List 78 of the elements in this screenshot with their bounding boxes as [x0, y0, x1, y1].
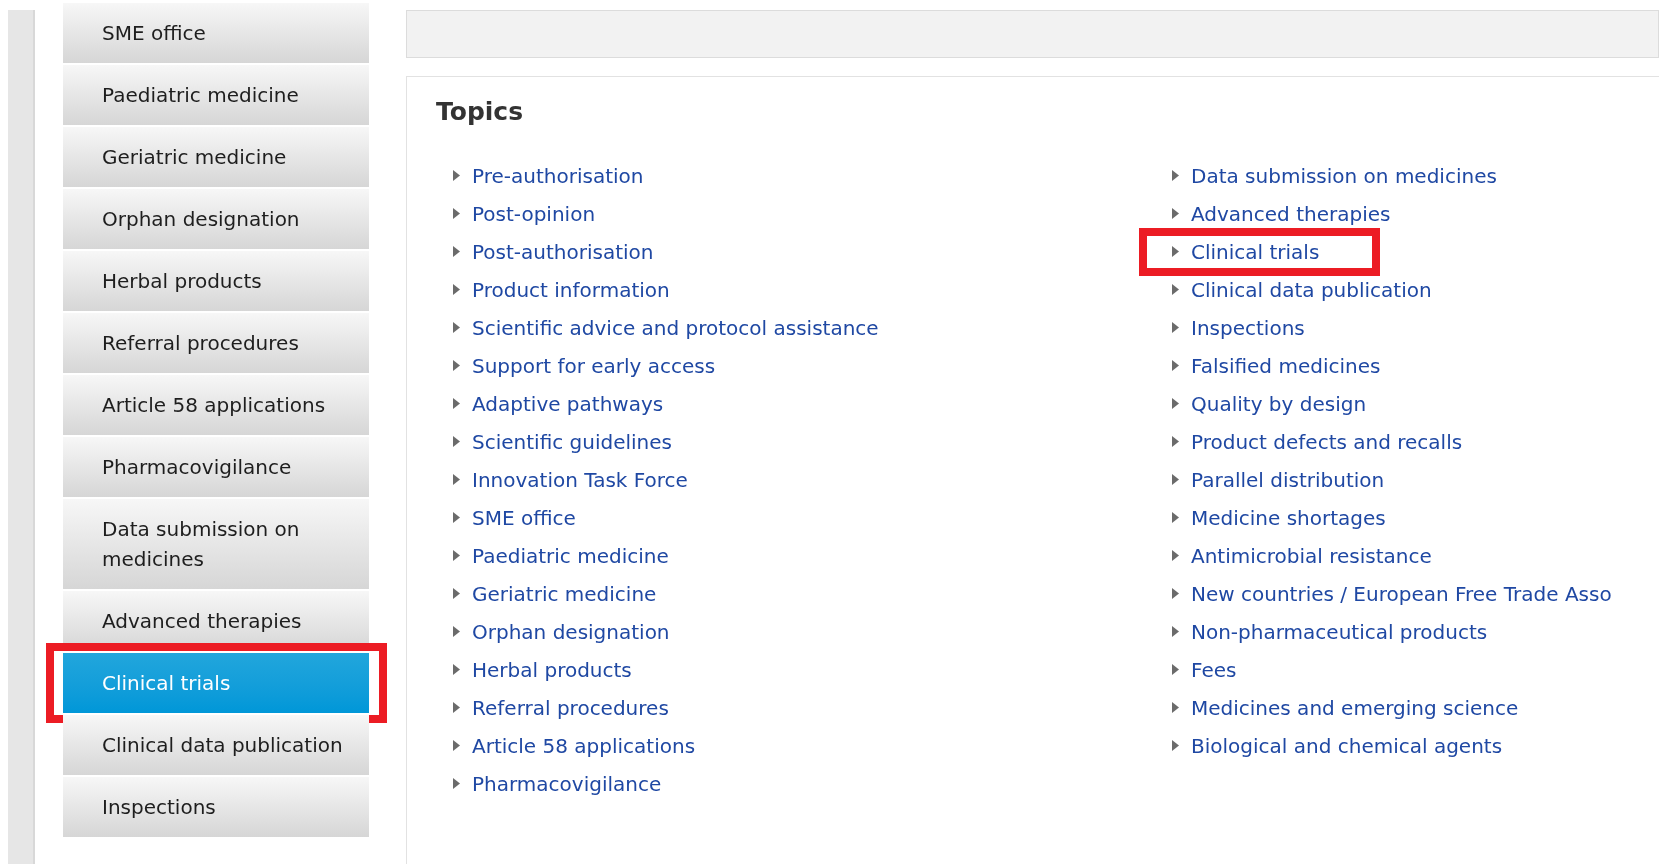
- triangle-icon: [453, 588, 460, 599]
- topic-link[interactable]: Biological and chemical agents: [1191, 730, 1503, 761]
- topic-link[interactable]: Post-authorisation: [472, 236, 654, 267]
- sidebar-item[interactable]: Referral procedures: [63, 313, 369, 373]
- sidebar-item[interactable]: Paediatric medicine: [63, 65, 369, 125]
- topic-link[interactable]: Data submission on medicines: [1191, 160, 1497, 191]
- triangle-icon: [453, 170, 460, 181]
- triangle-icon: [453, 208, 460, 219]
- triangle-icon: [453, 246, 460, 257]
- triangle-icon: [1172, 550, 1179, 561]
- triangle-icon: [1172, 170, 1179, 181]
- triangle-icon: [1172, 398, 1179, 409]
- topic-link[interactable]: Post-opinion: [472, 198, 596, 229]
- triangle-icon: [1172, 246, 1179, 257]
- triangle-icon: [453, 474, 460, 485]
- topic-link[interactable]: Pharmacovigilance: [472, 768, 662, 799]
- topic-link[interactable]: Adaptive pathways: [472, 388, 664, 419]
- topic-link[interactable]: Medicine shortages: [1191, 502, 1386, 533]
- triangle-icon: [1172, 626, 1179, 637]
- topic-link[interactable]: New countries / European Free Trade Asso: [1191, 578, 1612, 609]
- topic-link[interactable]: Herbal products: [472, 654, 632, 685]
- triangle-icon: [1172, 664, 1179, 675]
- triangle-icon: [453, 702, 460, 713]
- triangle-icon: [1172, 474, 1179, 485]
- triangle-icon: [453, 436, 460, 447]
- topic-link[interactable]: Geriatric medicine: [472, 578, 657, 609]
- topic-link[interactable]: Antimicrobial resistance: [1191, 540, 1432, 571]
- sidebar-item[interactable]: Geriatric medicine: [63, 127, 369, 187]
- triangle-icon: [453, 664, 460, 675]
- topic-link[interactable]: Product information: [472, 274, 670, 305]
- topic-link[interactable]: Support for early access: [472, 350, 716, 381]
- triangle-icon: [453, 398, 460, 409]
- topic-link[interactable]: Quality by design: [1191, 388, 1367, 419]
- topic-link[interactable]: Product defects and recalls: [1191, 426, 1463, 457]
- triangle-icon: [453, 360, 460, 371]
- section-heading: Topics: [436, 96, 524, 128]
- triangle-icon: [1172, 740, 1179, 751]
- triangle-icon: [1172, 284, 1179, 295]
- sidebar-item[interactable]: Orphan designation: [63, 189, 369, 249]
- topic-link[interactable]: Medicines and emerging science: [1191, 692, 1519, 723]
- triangle-icon: [1172, 512, 1179, 523]
- topic-link[interactable]: Clinical data publication: [1191, 274, 1432, 305]
- topic-link[interactable]: Parallel distribution: [1191, 464, 1385, 495]
- triangle-icon: [1172, 360, 1179, 371]
- topic-link[interactable]: Fees: [1191, 654, 1237, 685]
- triangle-icon: [1172, 208, 1179, 219]
- sidebar-item[interactable]: Data submission on medicines: [63, 499, 369, 589]
- topic-link[interactable]: Clinical trials: [1191, 236, 1320, 267]
- topic-link[interactable]: Innovation Task Force: [472, 464, 688, 495]
- triangle-icon: [1172, 588, 1179, 599]
- topic-link[interactable]: Referral procedures: [472, 692, 669, 723]
- topic-link[interactable]: Orphan designation: [472, 616, 670, 647]
- sidebar-item[interactable]: Inspections: [63, 777, 369, 837]
- triangle-icon: [1172, 322, 1179, 333]
- topic-link[interactable]: Scientific guidelines: [472, 426, 673, 457]
- topic-link[interactable]: Inspections: [1191, 312, 1305, 343]
- triangle-icon: [453, 740, 460, 751]
- topic-link[interactable]: Falsified medicines: [1191, 350, 1381, 381]
- topic-link[interactable]: Paediatric medicine: [472, 540, 669, 571]
- sidebar-item[interactable]: Herbal products: [63, 251, 369, 311]
- triangle-icon: [453, 512, 460, 523]
- sidebar-item[interactable]: Article 58 applications: [63, 375, 369, 435]
- topic-link[interactable]: Article 58 applications: [472, 730, 696, 761]
- triangle-icon: [453, 284, 460, 295]
- triangle-icon: [453, 550, 460, 561]
- topic-link[interactable]: SME office: [472, 502, 576, 533]
- sidebar-item[interactable]: Clinical data publication: [63, 715, 369, 775]
- triangle-icon: [453, 626, 460, 637]
- topic-link[interactable]: Non-pharmaceutical products: [1191, 616, 1488, 647]
- triangle-icon: [1172, 436, 1179, 447]
- triangle-icon: [1172, 702, 1179, 713]
- sidebar-item[interactable]: Pharmacovigilance: [63, 437, 369, 497]
- topic-link[interactable]: Advanced therapies: [1191, 198, 1391, 229]
- topic-link[interactable]: Pre-authorisation: [472, 160, 644, 191]
- sidebar-item[interactable]: SME office: [63, 3, 369, 63]
- triangle-icon: [453, 778, 460, 789]
- topic-link[interactable]: Scientific advice and protocol assistance: [472, 312, 879, 343]
- triangle-icon: [453, 322, 460, 333]
